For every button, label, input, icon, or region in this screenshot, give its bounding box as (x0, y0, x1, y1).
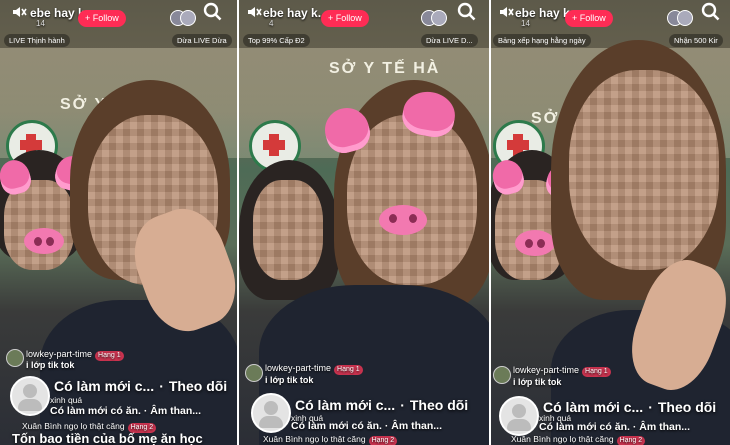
search-icon[interactable] (701, 2, 723, 24)
comment-text: i lớp tik tok (513, 377, 562, 387)
sound-line[interactable]: Có làm mới có ăn. · Âm than... (291, 420, 442, 432)
live-header: ebe hay k... 14 + Follow (491, 0, 730, 34)
mute-icon[interactable] (8, 3, 30, 25)
gift-line: Xuân Bình ngọ lọ thật căng Hạng 2 (263, 434, 398, 445)
follow-text: Theo dõi (168, 378, 228, 394)
viewer-count: 4 (269, 19, 274, 28)
follow-text: Theo dõi (657, 399, 717, 415)
mute-icon[interactable] (495, 3, 517, 25)
viewer-count: 14 (521, 19, 530, 28)
filter-nose (379, 205, 427, 235)
host-name[interactable]: ebe hay k... (263, 6, 328, 20)
comment-text: i lớp tik tok (265, 375, 314, 385)
caption-text: Tốn bao tiền của bố mẹ ăn học (12, 431, 203, 445)
comment-text: i lớp tik tok (26, 360, 75, 370)
viewer-count: 14 (36, 19, 45, 28)
live-tag-pill[interactable]: Nhận 500 Kir (669, 34, 723, 47)
rank-badge: Hạng 1 (334, 365, 363, 375)
viewer-avatars[interactable] (667, 10, 693, 26)
comment-avatar[interactable] (245, 364, 263, 382)
profile-avatar[interactable] (251, 393, 291, 433)
live-tag-pill[interactable]: Dừa LIVE Dừa (172, 34, 232, 47)
follow-button[interactable]: + Follow (78, 10, 126, 27)
follow-button[interactable]: + Follow (565, 10, 613, 27)
wall-sign: SỞ Y TẾ HÀ (329, 60, 441, 77)
rank-badge: Hạng 1 (582, 367, 611, 377)
person-back-face (253, 180, 323, 280)
comment-user[interactable]: lowkey-part-time Hạng 1 (265, 363, 363, 375)
sound-line[interactable]: Có làm mới có ăn. · Âm than... (539, 421, 690, 433)
sub-user: xinh quá (50, 395, 83, 405)
comment-avatar[interactable] (493, 366, 511, 384)
viewer-avatars[interactable] (170, 10, 196, 26)
search-icon[interactable] (203, 2, 225, 24)
mute-icon[interactable] (243, 3, 265, 25)
sound-line[interactable]: Có làm mới có ăn. · Âm than... (50, 405, 201, 417)
ranking-pill[interactable]: Top 99% Cấp Đ2 (243, 34, 310, 47)
profile-avatar[interactable] (499, 396, 539, 436)
person-main-face (569, 70, 719, 270)
live-panel-2: SỞ Y TẾ HÀ ebe hay k... 4 + Follow Top 9… (239, 0, 489, 445)
live-tag-pill[interactable]: Dừa LIVE D... (421, 34, 478, 47)
gift-line: Xuân Bình ngọ lọ thật căng Hạng 2 (511, 434, 646, 445)
follow-text: Theo dõi (409, 397, 469, 413)
song-row[interactable]: Có làm mới c... · Theo dõi (54, 378, 227, 394)
ranking-pill[interactable]: LIVE Thịnh hành (4, 34, 70, 47)
filter-nose (24, 228, 64, 254)
follow-button[interactable]: + Follow (321, 10, 369, 27)
live-panel-3: SỞ Y TẾ HÀ ebe hay k... 14 + Follow Bảng… (491, 0, 730, 445)
comment-user[interactable]: lowkey-part-time Hạng 1 (513, 365, 611, 377)
profile-avatar[interactable] (10, 376, 50, 416)
filter-nose (515, 230, 555, 256)
comment-avatar[interactable] (6, 349, 24, 367)
rank-badge: Hạng 1 (95, 351, 124, 361)
viewer-avatars[interactable] (421, 10, 447, 26)
song-row[interactable]: Có làm mới c... · Theo dõi (295, 397, 468, 413)
ranking-pill[interactable]: Bảng xếp hạng hằng ngày (493, 34, 591, 47)
live-header: ebe hay k... 4 + Follow (239, 0, 489, 34)
search-icon[interactable] (457, 2, 479, 24)
live-header: ebe hay k... 14 + Follow (0, 0, 237, 34)
live-panel-1: SỞ Y TẾ HÀ ebe hay k... 14 + Follow LIVE… (0, 0, 237, 445)
